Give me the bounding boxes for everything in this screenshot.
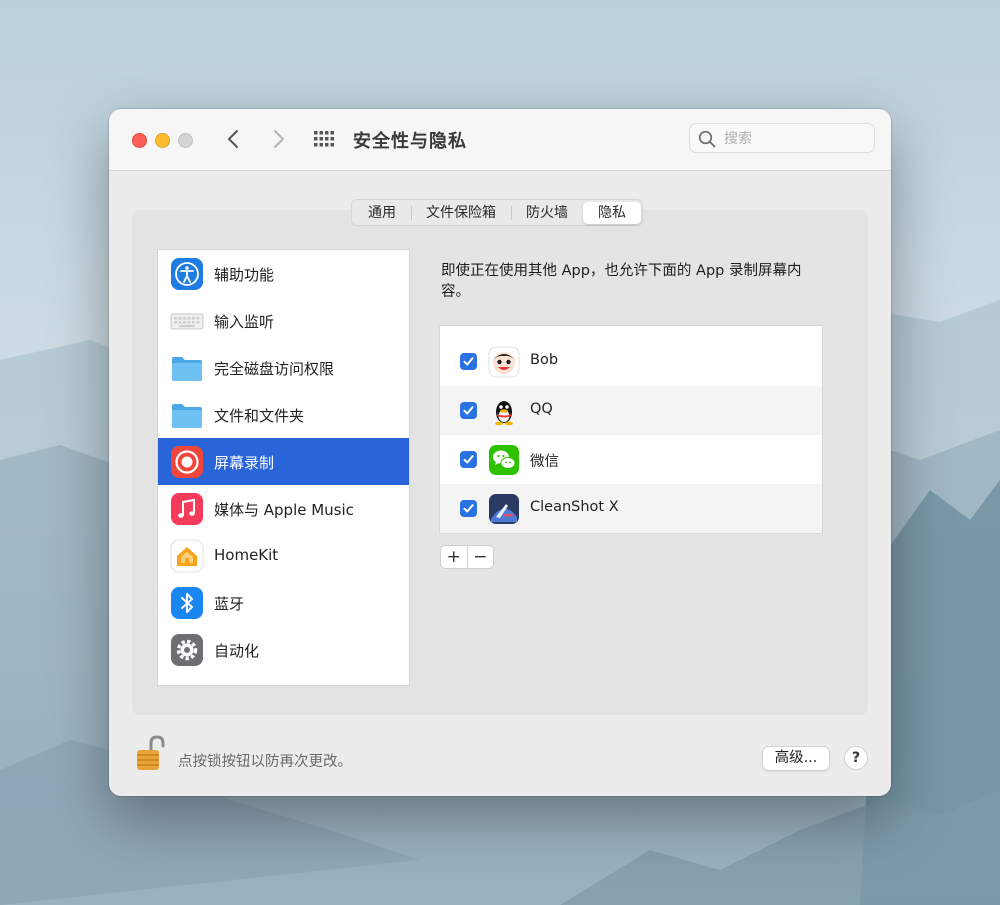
back-chevron-icon[interactable] <box>222 127 246 151</box>
cleanshot-app-icon <box>489 494 519 524</box>
accessibility-icon <box>171 258 203 290</box>
app-permission-list: Bob QQ 微信 CleanShot X <box>440 326 822 533</box>
tab-firewall[interactable]: 防火墙 <box>511 202 583 224</box>
search-input[interactable] <box>722 128 871 150</box>
app-name: QQ <box>530 401 553 417</box>
search-icon <box>698 130 716 148</box>
gear-icon <box>171 634 203 666</box>
home-icon <box>170 539 204 573</box>
add-app-button[interactable]: + <box>441 546 467 568</box>
panel-description: 即使正在使用其他 App，也允许下面的 App 录制屏幕内容。 <box>441 263 802 300</box>
wechat-app-icon <box>489 445 519 475</box>
sidebar-item-files-and-folders[interactable]: 文件和文件夹 <box>158 391 409 438</box>
search-field[interactable] <box>689 123 875 153</box>
sidebar-item-bluetooth[interactable]: 蓝牙 <box>158 579 409 626</box>
privacy-category-list: 辅助功能 输入监听 完全磁盘访问权限 文件和文件夹 屏幕录制 媒体与 Apple… <box>157 249 410 686</box>
security-privacy-window: 安全性与隐私 通用 文件保险箱 防火墙 隐私 辅助功能 <box>109 109 891 796</box>
app-checkbox[interactable] <box>460 451 477 468</box>
show-all-grid-icon[interactable] <box>313 130 335 148</box>
bob-app-icon <box>488 346 520 378</box>
sidebar-item-label: 屏幕录制 <box>214 454 275 472</box>
minimize-window-button[interactable] <box>155 133 170 148</box>
sidebar-item-media-apple-music[interactable]: 媒体与 Apple Music <box>158 485 409 532</box>
checkmark-icon <box>463 357 474 366</box>
titlebar: 安全性与隐私 <box>109 109 891 171</box>
screen-recording-icon <box>171 446 203 478</box>
sidebar-item-homekit[interactable]: HomeKit <box>158 532 409 579</box>
music-icon <box>171 493 203 525</box>
sidebar-item-full-disk-access[interactable]: 完全磁盘访问权限 <box>158 344 409 391</box>
sidebar-item-screen-recording[interactable]: 屏幕录制 <box>158 438 409 485</box>
app-checkbox[interactable] <box>460 353 477 370</box>
app-name: 微信 <box>530 454 559 470</box>
sidebar-item-label: 辅助功能 <box>214 266 275 284</box>
sidebar-item-automation[interactable]: 自动化 <box>158 626 409 673</box>
remove-app-button[interactable]: − <box>468 546 494 568</box>
checkmark-icon <box>463 504 474 513</box>
checkmark-icon <box>463 455 474 464</box>
checkmark-icon <box>463 406 474 415</box>
sidebar-item-label: 自动化 <box>214 642 260 660</box>
keyboard-icon <box>170 313 204 330</box>
folder-icon <box>172 357 202 381</box>
forward-chevron-icon[interactable] <box>266 127 290 151</box>
unlocked-padlock-icon[interactable] <box>133 734 169 772</box>
list-item-cleanshot[interactable]: CleanShot X <box>440 484 822 533</box>
app-name: CleanShot X <box>530 499 619 515</box>
list-item-bob[interactable]: Bob <box>440 337 822 386</box>
sidebar-item-accessibility[interactable]: 辅助功能 <box>158 250 409 297</box>
sidebar-item-label: HomeKit <box>214 546 279 564</box>
sidebar-item-label: 蓝牙 <box>214 595 245 613</box>
app-checkbox[interactable] <box>460 500 477 517</box>
sidebar-item-label: 完全磁盘访问权限 <box>214 360 335 378</box>
window-title: 安全性与隐私 <box>353 131 467 152</box>
bluetooth-icon <box>171 587 203 619</box>
add-remove-control: + − <box>440 545 494 569</box>
list-item-wechat[interactable]: 微信 <box>440 435 822 484</box>
tab-privacy[interactable]: 隐私 <box>583 201 641 224</box>
app-checkbox[interactable] <box>460 402 477 419</box>
sidebar-item-label: 文件和文件夹 <box>214 407 305 425</box>
sidebar-item-input-monitoring[interactable]: 输入监听 <box>158 297 409 344</box>
tab-filevault[interactable]: 文件保险箱 <box>411 202 511 224</box>
close-window-button[interactable] <box>132 133 147 148</box>
lock-hint-text: 点按锁按钮以防再次更改。 <box>178 754 352 770</box>
tab-bar: 通用 文件保险箱 防火墙 隐私 <box>351 199 643 226</box>
tab-general[interactable]: 通用 <box>353 202 411 224</box>
qq-app-icon <box>495 401 513 426</box>
sidebar-item-label: 媒体与 Apple Music <box>214 501 354 519</box>
advanced-button[interactable]: 高级... <box>762 746 830 771</box>
screen-recording-panel: 即使正在使用其他 App，也允许下面的 App 录制屏幕内容。 Bob QQ 微… <box>420 249 843 686</box>
folder-icon <box>172 404 202 428</box>
zoom-window-button[interactable] <box>178 133 193 148</box>
help-button[interactable]: ? <box>844 746 868 770</box>
app-name: Bob <box>530 352 559 368</box>
sidebar-item-label: 输入监听 <box>214 313 275 331</box>
list-item-qq[interactable]: QQ <box>440 386 822 435</box>
